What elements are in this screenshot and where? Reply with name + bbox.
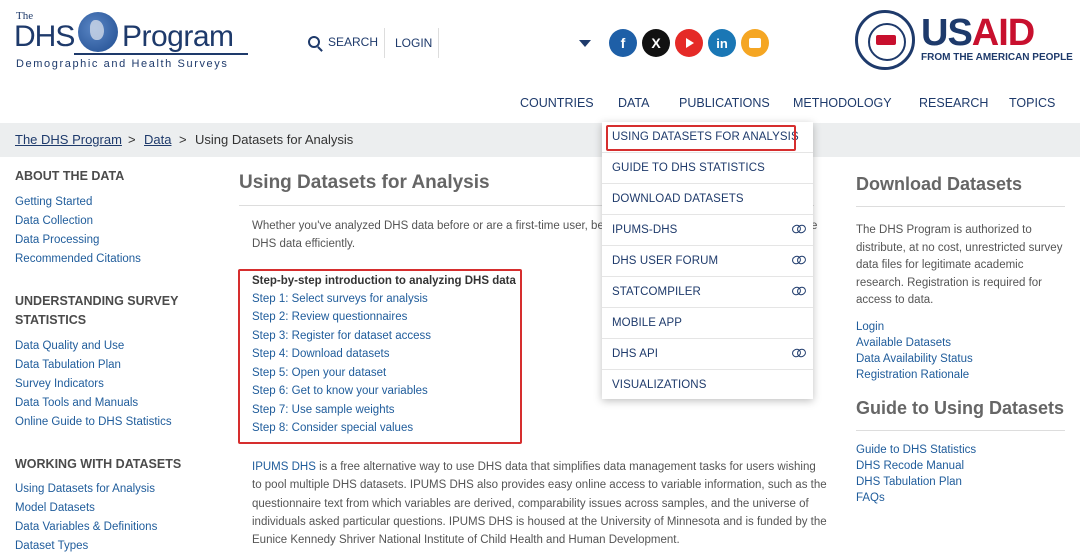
guide-dhs-statistics-link[interactable]: Guide to DHS Statistics bbox=[856, 444, 976, 456]
sidebar-item-data-collection[interactable]: Data Collection bbox=[15, 215, 93, 227]
step-link-4[interactable]: Step 4: Download datasets bbox=[252, 348, 389, 360]
step-link-1[interactable]: Step 1: Select surveys for analysis bbox=[252, 293, 428, 305]
chevron-down-icon[interactable] bbox=[579, 40, 591, 47]
globe-icon bbox=[78, 12, 118, 52]
step-link-8[interactable]: Step 8: Consider special values bbox=[252, 422, 413, 434]
breadcrumb-home[interactable]: The DHS Program bbox=[15, 132, 122, 147]
data-availability-link[interactable]: Data Availability Status bbox=[856, 353, 973, 365]
menu-item-visualizations[interactable]: VISUALIZATIONS bbox=[602, 370, 813, 401]
usaid-logo[interactable]: USAID FROM THE AMERICAN PEOPLE bbox=[855, 10, 1073, 70]
menu-item-guide-statistics[interactable]: GUIDE TO DHS STATISTICS bbox=[602, 153, 813, 184]
search-label: SEARCH bbox=[328, 35, 379, 49]
youtube-icon[interactable] bbox=[675, 29, 703, 57]
faqs-link[interactable]: FAQs bbox=[856, 492, 885, 504]
sidebar-item-data-quality[interactable]: Data Quality and Use bbox=[15, 340, 124, 352]
sidebar-item-tabulation-plan[interactable]: Data Tabulation Plan bbox=[15, 359, 121, 371]
page-title: Using Datasets for Analysis bbox=[239, 172, 490, 193]
play-icon bbox=[686, 38, 694, 48]
nav-data[interactable]: DATA bbox=[618, 96, 649, 110]
available-datasets-link[interactable]: Available Datasets bbox=[856, 337, 951, 349]
recode-manual-link[interactable]: DHS Recode Manual bbox=[856, 460, 964, 472]
login-link-sidebar[interactable]: Login bbox=[856, 321, 884, 333]
external-link-icon bbox=[792, 349, 805, 357]
usaid-seal-icon bbox=[855, 10, 915, 70]
linkedin-icon[interactable]: in bbox=[708, 29, 736, 57]
data-dropdown-menu: USING DATASETS FOR ANALYSIS GUIDE TO DHS… bbox=[602, 122, 813, 399]
divider bbox=[856, 206, 1065, 207]
logo-program: Program bbox=[122, 20, 234, 53]
x-icon[interactable]: X bbox=[642, 29, 670, 57]
download-datasets-heading: Download Datasets bbox=[856, 174, 1023, 194]
blog-icon[interactable] bbox=[741, 29, 769, 57]
step-link-2[interactable]: Step 2: Review questionnaires bbox=[252, 311, 407, 323]
logo-subtitle: Demographic and Health Surveys bbox=[16, 58, 229, 70]
download-description: The DHS Program is authorized to distrib… bbox=[856, 224, 1063, 306]
divider bbox=[438, 28, 439, 58]
logo-underline bbox=[74, 53, 248, 55]
menu-item-download-datasets[interactable]: DOWNLOAD DATASETS bbox=[602, 184, 813, 215]
step-link-3[interactable]: Step 3: Register for dataset access bbox=[252, 330, 431, 342]
sidebar-item-online-guide[interactable]: Online Guide to DHS Statistics bbox=[15, 416, 172, 428]
divider bbox=[856, 430, 1065, 431]
menu-item-user-forum[interactable]: DHS USER FORUM bbox=[602, 246, 813, 277]
search-button[interactable]: SEARCH bbox=[308, 35, 378, 49]
tabulation-plan-link[interactable]: DHS Tabulation Plan bbox=[856, 476, 962, 488]
menu-item-ipums-dhs[interactable]: IPUMS-DHS bbox=[602, 215, 813, 246]
facebook-icon[interactable]: f bbox=[609, 29, 637, 57]
logo-dhs: DHS bbox=[14, 20, 75, 53]
main-nav: COUNTRIES DATA PUBLICATIONS METHODOLOGY … bbox=[0, 96, 1080, 112]
breadcrumb-separator: > bbox=[128, 132, 136, 147]
ipums-text: is a free alternative way to use DHS dat… bbox=[252, 461, 827, 547]
sidebar-item-getting-started[interactable]: Getting Started bbox=[15, 196, 92, 208]
sidebar-item-survey-indicators[interactable]: Survey Indicators bbox=[15, 378, 104, 390]
external-link-icon bbox=[792, 256, 805, 264]
sidebar-item-recommended-citations[interactable]: Recommended Citations bbox=[15, 253, 141, 265]
steps-title: Step-by-step introduction to analyzing D… bbox=[252, 275, 516, 287]
intro-text-line2: DHS data efficiently. bbox=[252, 238, 356, 250]
breadcrumb-data[interactable]: Data bbox=[144, 132, 171, 147]
sidebar-heading-working: WORKING WITH DATASETS bbox=[15, 457, 182, 471]
external-link-icon bbox=[792, 287, 805, 295]
guide-heading: Guide to Using Datasets bbox=[856, 398, 1065, 418]
sidebar-heading-about: ABOUT THE DATA bbox=[15, 169, 125, 183]
breadcrumb-current: Using Datasets for Analysis bbox=[195, 132, 354, 147]
step-link-7[interactable]: Step 7: Use sample weights bbox=[252, 404, 395, 416]
sidebar-item-data-processing[interactable]: Data Processing bbox=[15, 234, 99, 246]
step-link-5[interactable]: Step 5: Open your dataset bbox=[252, 367, 386, 379]
ipums-link[interactable]: IPUMS DHS bbox=[252, 461, 316, 473]
nav-methodology[interactable]: METHODOLOGY bbox=[793, 96, 892, 110]
usaid-tagline: FROM THE AMERICAN PEOPLE bbox=[921, 52, 1073, 63]
usaid-wordmark: USAID bbox=[921, 12, 1035, 54]
intro-text: Whether you've analyzed DHS data before … bbox=[252, 220, 607, 232]
search-icon bbox=[308, 36, 320, 48]
nav-countries[interactable]: COUNTRIES bbox=[520, 96, 594, 110]
menu-item-mobile-app[interactable]: MOBILE APP bbox=[602, 308, 813, 339]
menu-item-dhs-api[interactable]: DHS API bbox=[602, 339, 813, 370]
ipums-paragraph: IPUMS DHS is a free alternative way to u… bbox=[252, 458, 827, 549]
external-link-icon bbox=[792, 225, 805, 233]
sidebar-heading-understanding: UNDERSTANDING SURVEY bbox=[15, 294, 179, 308]
divider bbox=[384, 28, 385, 58]
nav-topics[interactable]: TOPICS bbox=[1009, 96, 1055, 110]
nav-research[interactable]: RESEARCH bbox=[919, 96, 988, 110]
breadcrumb-separator: > bbox=[179, 132, 187, 147]
sidebar-item-dataset-types[interactable]: Dataset Types bbox=[15, 540, 88, 552]
dhs-program-logo[interactable]: The DHS Program Demographic and Health S… bbox=[14, 10, 254, 70]
step-link-6[interactable]: Step 6: Get to know your variables bbox=[252, 385, 428, 397]
menu-highlight-box bbox=[606, 125, 796, 151]
menu-item-statcompiler[interactable]: STATCOMPILER bbox=[602, 277, 813, 308]
registration-rationale-link[interactable]: Registration Rationale bbox=[856, 369, 969, 381]
sidebar-item-tools-manuals[interactable]: Data Tools and Manuals bbox=[15, 397, 138, 409]
sidebar-item-using-datasets[interactable]: Using Datasets for Analysis bbox=[15, 483, 155, 495]
nav-publications[interactable]: PUBLICATIONS bbox=[679, 96, 770, 110]
sidebar-item-data-variables[interactable]: Data Variables & Definitions bbox=[15, 521, 157, 533]
sidebar-item-model-datasets[interactable]: Model Datasets bbox=[15, 502, 95, 514]
login-link[interactable]: LOGIN bbox=[395, 36, 432, 50]
breadcrumb: The DHS Program > Data > Using Datasets … bbox=[0, 123, 1080, 157]
sidebar-heading-statistics: STATISTICS bbox=[15, 313, 87, 327]
speech-bubble-icon bbox=[749, 38, 761, 48]
